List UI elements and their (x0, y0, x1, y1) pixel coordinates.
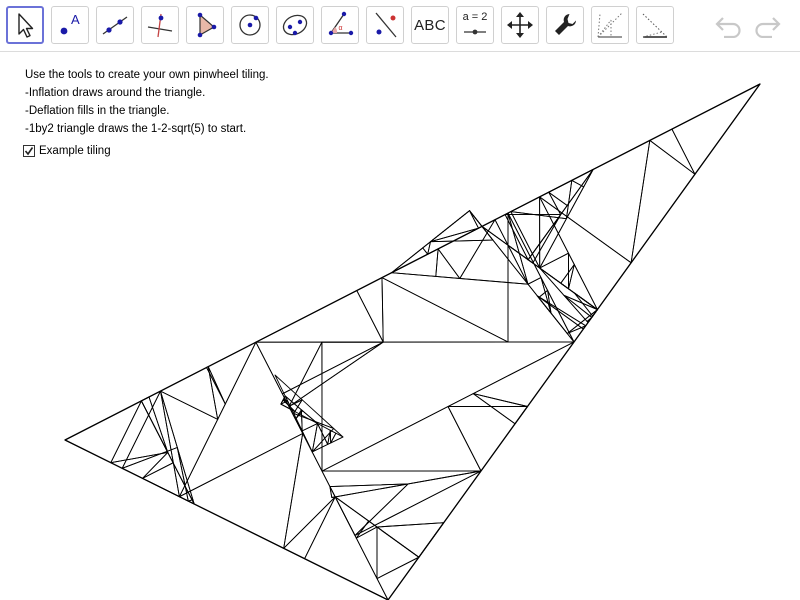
angle-tool-button[interactable]: α (321, 6, 359, 44)
circle-center-point-icon (239, 14, 261, 36)
tile-triangle (206, 341, 257, 405)
tile-triangle (300, 409, 318, 432)
reflect-tool-button[interactable] (366, 6, 404, 44)
tile-triangle (288, 341, 323, 472)
tile-triangle (334, 496, 370, 539)
tile-triangle (671, 83, 761, 175)
polygon-icon (197, 12, 217, 38)
tile-triangle (283, 433, 336, 549)
tile-triangle (391, 247, 429, 274)
reflect-about-line-icon (375, 12, 397, 38)
tile-triangle (281, 341, 384, 408)
polygon-tool-button[interactable] (186, 6, 224, 44)
tile-triangle (160, 390, 219, 498)
instructions-text: Use the tools to create your own pinwhee… (25, 66, 269, 138)
redo-button[interactable] (750, 9, 784, 43)
example-tiling-checkbox[interactable]: Example tiling (23, 145, 111, 157)
svg-text:α: α (339, 25, 343, 32)
tile-triangle (178, 341, 304, 498)
tile-triangle (110, 451, 169, 479)
text-tool-button[interactable]: ABC (411, 6, 449, 44)
tile-triangle (376, 522, 445, 558)
text-tool-label: ABC (414, 16, 446, 34)
tile-triangle (255, 290, 384, 343)
tile-triangle (536, 295, 584, 343)
custom-tool-dotted-icon (597, 12, 623, 38)
tile-triangle (160, 366, 219, 420)
cursor-arrow-icon (18, 13, 34, 38)
undo-button[interactable] (712, 9, 746, 43)
tile-triangle (321, 406, 482, 472)
checkmark-icon (24, 147, 34, 156)
instruction-line-4: -1by2 triangle draws the 1-2-sqrt(5) to … (25, 123, 247, 135)
tile-triangle (376, 526, 420, 580)
move-arrows-icon (507, 12, 533, 38)
tile-triangle (356, 277, 384, 343)
point-tool-button[interactable]: A (51, 6, 89, 44)
tile-triangle (311, 428, 344, 453)
tile-triangle (481, 214, 529, 261)
tile-triangle (435, 248, 461, 279)
tile-triangle (527, 168, 594, 269)
instruction-line-2: -Inflation draws around the triangle. (25, 87, 206, 99)
custom-tool-triangle-icon (642, 13, 668, 38)
custom-tool-1-button[interactable] (591, 6, 629, 44)
tile-triangle (330, 432, 344, 444)
tile-triangle (472, 393, 528, 425)
svg-text:A: A (71, 12, 80, 27)
tile-triangle (376, 556, 420, 600)
tile-triangle (560, 264, 598, 311)
perpendicular-line-tool-button[interactable] (141, 6, 179, 44)
tile-triangle (649, 128, 696, 175)
tile-triangle (630, 139, 696, 264)
redo-icon (755, 17, 781, 38)
line-tool-button[interactable] (96, 6, 134, 44)
pinwheel-tiling (64, 83, 761, 600)
tile-triangle (430, 210, 479, 243)
tile-triangle (355, 526, 378, 580)
tile-triangle (540, 277, 552, 314)
perpendicular-line-icon (147, 13, 173, 38)
ellipse-icon (282, 14, 308, 36)
slider-tool-button[interactable]: a = 2 (456, 6, 494, 44)
tile-triangle (110, 400, 169, 464)
tile-triangle (140, 390, 195, 505)
tile-triangle (121, 390, 178, 469)
slider-icon (464, 29, 486, 35)
tile-triangle (539, 139, 651, 264)
circle-tool-button[interactable] (231, 6, 269, 44)
tile-triangle (329, 486, 336, 498)
tile-triangle (381, 277, 509, 343)
tile-triangle (304, 496, 389, 600)
custom-tool-2-button[interactable] (636, 6, 674, 44)
checkbox-box[interactable] (23, 145, 35, 157)
tile-triangle (376, 522, 445, 558)
move-tool-button[interactable] (6, 6, 44, 44)
tile-triangle (469, 210, 483, 229)
tile-triangle (527, 277, 552, 314)
line-through-points-icon (102, 16, 128, 35)
instruction-line-1: Use the tools to create your own pinwhee… (25, 69, 269, 81)
example-tiling-label: Example tiling (39, 145, 111, 157)
tile-triangle (504, 191, 562, 216)
point-icon: A (60, 12, 80, 35)
tile-triangle (178, 433, 304, 549)
tile-triangle (207, 366, 226, 420)
ellipse-tool-button[interactable] (276, 6, 314, 44)
tile-triangle (391, 210, 529, 285)
tile-triangle (538, 289, 575, 343)
tile-triangle (354, 470, 482, 536)
move-graphics-view-button[interactable] (501, 6, 539, 44)
angle-icon: α (328, 11, 354, 36)
wrench-icon (555, 14, 576, 35)
tile-triangle (334, 470, 482, 558)
tools-settings-button[interactable] (546, 6, 584, 44)
toolbar: A α ABC a = 2 (0, 0, 800, 52)
undo-icon (715, 17, 741, 38)
instruction-line-3: -Deflation fills in the triangle. (25, 105, 170, 117)
